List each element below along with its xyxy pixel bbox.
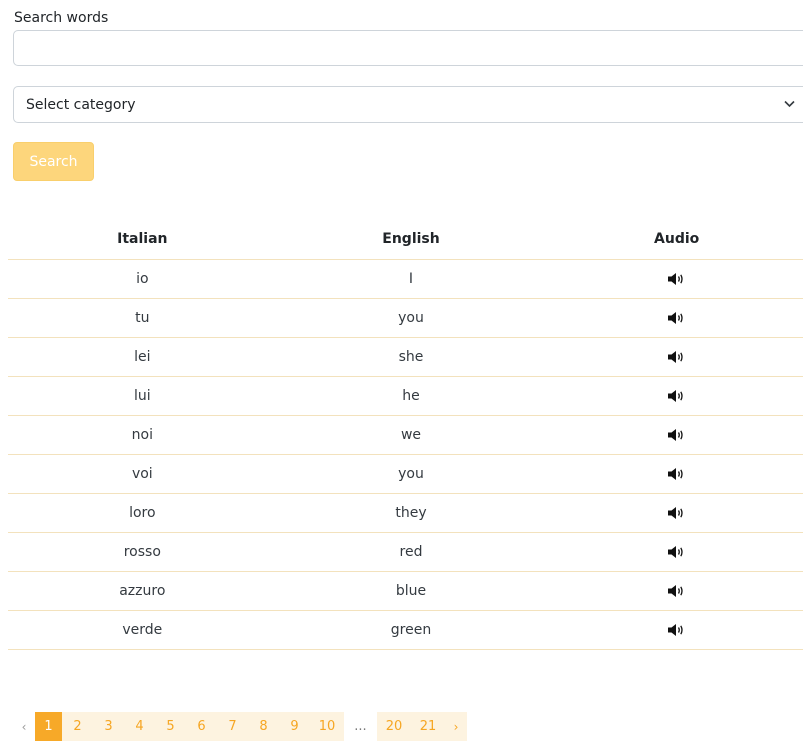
table-row: azzuro blue	[8, 571, 803, 611]
speaker-icon[interactable]	[667, 623, 687, 637]
table-row: voi you	[8, 454, 803, 494]
pagination-page[interactable]: 9	[279, 712, 310, 741]
search-label: Search words	[14, 10, 109, 26]
column-header-audio: Audio	[545, 219, 803, 260]
cell-english: he	[276, 376, 546, 416]
pagination: ‹ 1 2 3 4 5 6 7 8 9 10... 20 21 ›	[13, 712, 467, 741]
cell-english: they	[276, 493, 546, 533]
cell-italian: io	[8, 259, 277, 299]
words-table: Italian English Audio io Itu you lei she lui h…	[8, 219, 803, 650]
pagination-page[interactable]: 2	[62, 712, 93, 741]
cell-english: she	[276, 337, 546, 377]
column-header-italian: Italian	[8, 219, 277, 260]
cell-english: you	[276, 454, 546, 494]
cell-english: red	[276, 532, 546, 572]
cell-english: we	[276, 415, 546, 455]
cell-english: green	[276, 610, 546, 650]
speaker-icon[interactable]	[667, 545, 687, 559]
cell-audio	[545, 376, 803, 416]
speaker-icon[interactable]	[667, 350, 687, 364]
speaker-icon[interactable]	[667, 506, 687, 520]
cell-audio	[545, 532, 803, 572]
cell-audio	[545, 454, 803, 494]
speaker-icon[interactable]	[667, 272, 687, 286]
speaker-icon[interactable]	[667, 467, 687, 481]
pagination-page[interactable]: 21	[411, 712, 445, 741]
cell-italian: loro	[8, 493, 277, 533]
cell-english: I	[276, 259, 546, 299]
pagination-page[interactable]: 4	[124, 712, 155, 741]
cell-italian: verde	[8, 610, 277, 650]
cell-english: you	[276, 298, 546, 338]
pagination-page[interactable]: 7	[217, 712, 248, 741]
pagination-ellipsis: ...	[344, 712, 377, 741]
speaker-icon[interactable]	[667, 389, 687, 403]
cell-italian: voi	[8, 454, 277, 494]
category-select[interactable]: Select category	[13, 86, 803, 123]
cell-italian: rosso	[8, 532, 277, 572]
cell-italian: azzuro	[8, 571, 277, 611]
cell-italian: lui	[8, 376, 277, 416]
table-row: lei she	[8, 337, 803, 377]
table-row: lui he	[8, 376, 803, 416]
cell-audio	[545, 415, 803, 455]
chevron-down-icon	[784, 100, 795, 108]
pagination-page[interactable]: 20	[377, 712, 411, 741]
table-row: tu you	[8, 298, 803, 338]
table-row: verde green	[8, 610, 803, 650]
cell-italian: tu	[8, 298, 277, 338]
table-row: rosso red	[8, 532, 803, 572]
table-row: noi we	[8, 415, 803, 455]
speaker-icon[interactable]	[667, 428, 687, 442]
speaker-icon[interactable]	[667, 584, 687, 598]
table-header-row: Italian English Audio	[8, 219, 803, 260]
cell-audio	[545, 298, 803, 338]
pagination-current-page[interactable]: 1	[35, 712, 62, 741]
pagination-page[interactable]: 5	[155, 712, 186, 741]
cell-audio	[545, 610, 803, 650]
cell-audio	[545, 571, 803, 611]
cell-english: blue	[276, 571, 546, 611]
search-button[interactable]: Search	[13, 142, 94, 181]
cell-italian: noi	[8, 415, 277, 455]
pagination-page[interactable]: 10	[310, 712, 344, 741]
category-select-value: Select category	[26, 97, 136, 113]
pagination-next[interactable]: ›	[445, 712, 467, 741]
pagination-prev[interactable]: ‹	[13, 712, 35, 741]
column-header-english: English	[276, 219, 546, 260]
speaker-icon[interactable]	[667, 311, 687, 325]
pagination-page[interactable]: 8	[248, 712, 279, 741]
table-row: io I	[8, 259, 803, 299]
cell-audio	[545, 493, 803, 533]
cell-audio	[545, 337, 803, 377]
pagination-page[interactable]: 3	[93, 712, 124, 741]
search-input[interactable]	[13, 30, 803, 66]
cell-italian: lei	[8, 337, 277, 377]
pagination-page[interactable]: 6	[186, 712, 217, 741]
cell-audio	[545, 259, 803, 299]
table-row: loro they	[8, 493, 803, 533]
